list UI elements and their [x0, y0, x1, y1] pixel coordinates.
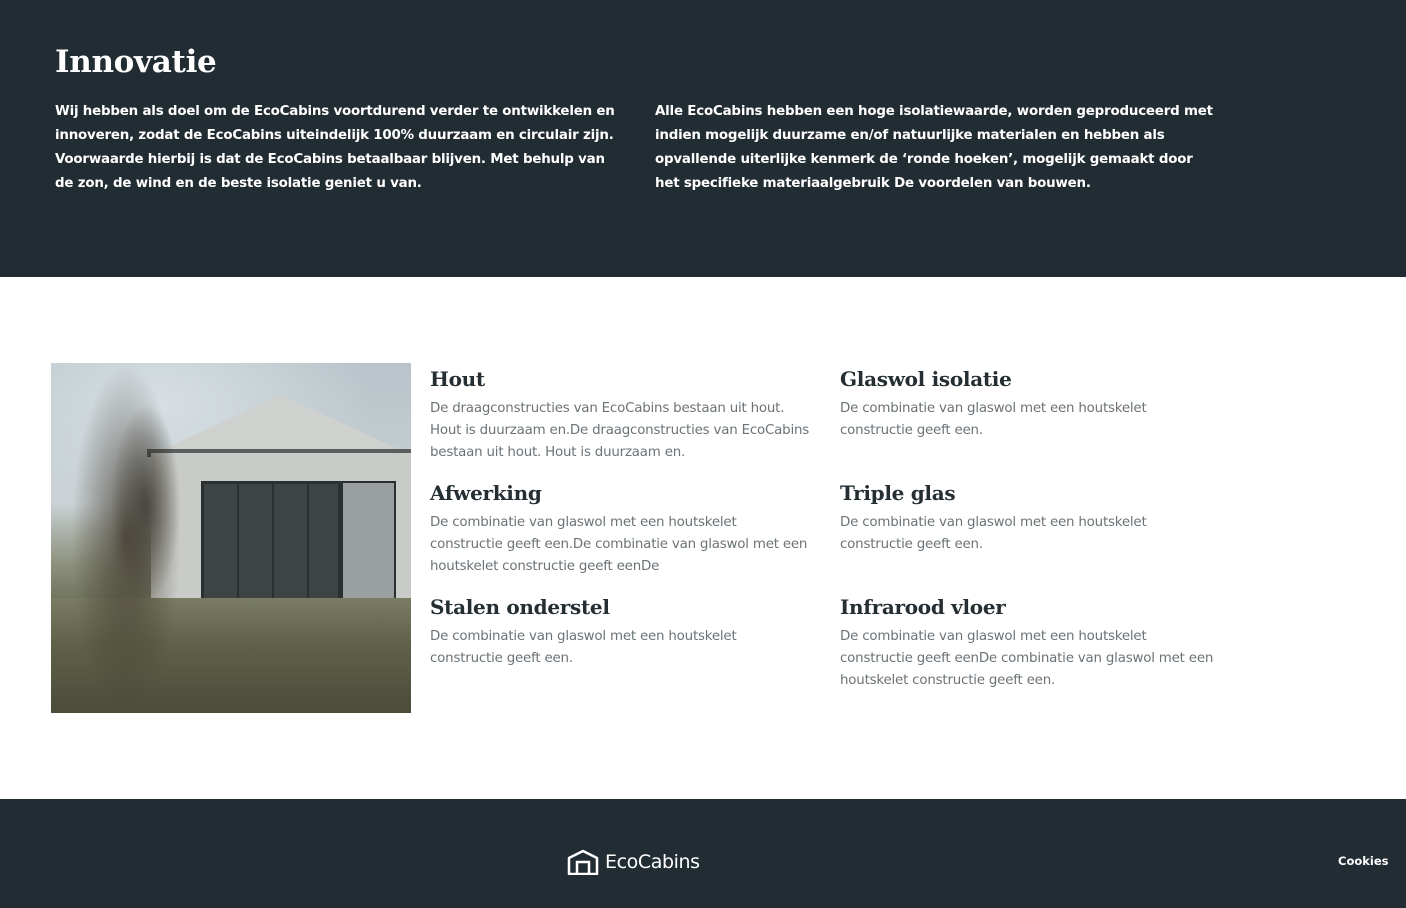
feature-title: Hout [430, 367, 485, 391]
cabin-logo-icon [567, 849, 599, 875]
feature-text: De combinatie van glaswol met een houtsk… [430, 629, 737, 666]
innovation-hero: Innovatie Wij hebben als doel om de EcoC… [0, 0, 1406, 277]
feature-text: De combinatie van glaswol met een houtsk… [430, 515, 808, 574]
feature-afwerking: Afwerking De combinatie van glaswol met … [430, 481, 810, 578]
site-footer: EcoCabins Cookies [0, 799, 1406, 908]
page-title: Innovatie [55, 44, 217, 80]
feature-text: De draagconstructies van EcoCabins besta… [430, 401, 810, 460]
feature-title: Glaswol isolatie [840, 367, 1012, 391]
feature-title: Triple glas [840, 481, 956, 505]
feature-text: De combinatie van glaswol met een houtsk… [840, 515, 1147, 552]
logo-text: EcoCabins [605, 851, 700, 873]
feature-hout: Hout De draagconstructies van EcoCabins … [430, 367, 810, 464]
hero-intro-text: Wij hebben als doel om de EcoCabins voor… [55, 104, 615, 191]
feature-glaswol-isolatie: Glaswol isolatie De combinatie van glasw… [840, 367, 1220, 442]
ecocabins-logo[interactable]: EcoCabins [567, 849, 700, 875]
feature-stalen-onderstel: Stalen onderstel De combinatie van glasw… [430, 595, 810, 670]
feature-triple-glas: Triple glas De combinatie van glaswol me… [840, 481, 1220, 556]
feature-title: Stalen onderstel [430, 595, 610, 619]
feature-infrarood-vloer: Infrarood vloer De combinatie van glaswo… [840, 595, 1220, 692]
cookies-link[interactable]: Cookies [1338, 854, 1388, 868]
feature-title: Infrarood vloer [840, 595, 1006, 619]
feature-text: De combinatie van glaswol met een houtsk… [840, 629, 1214, 688]
cabin-photo [51, 363, 411, 713]
feature-text: De combinatie van glaswol met een houtsk… [840, 401, 1147, 438]
feature-title: Afwerking [430, 481, 542, 505]
features-section: Hout De draagconstructies van EcoCabins … [0, 277, 1406, 799]
hero-insulation-text: Alle EcoCabins hebben een hoge isolatiew… [655, 104, 1213, 191]
